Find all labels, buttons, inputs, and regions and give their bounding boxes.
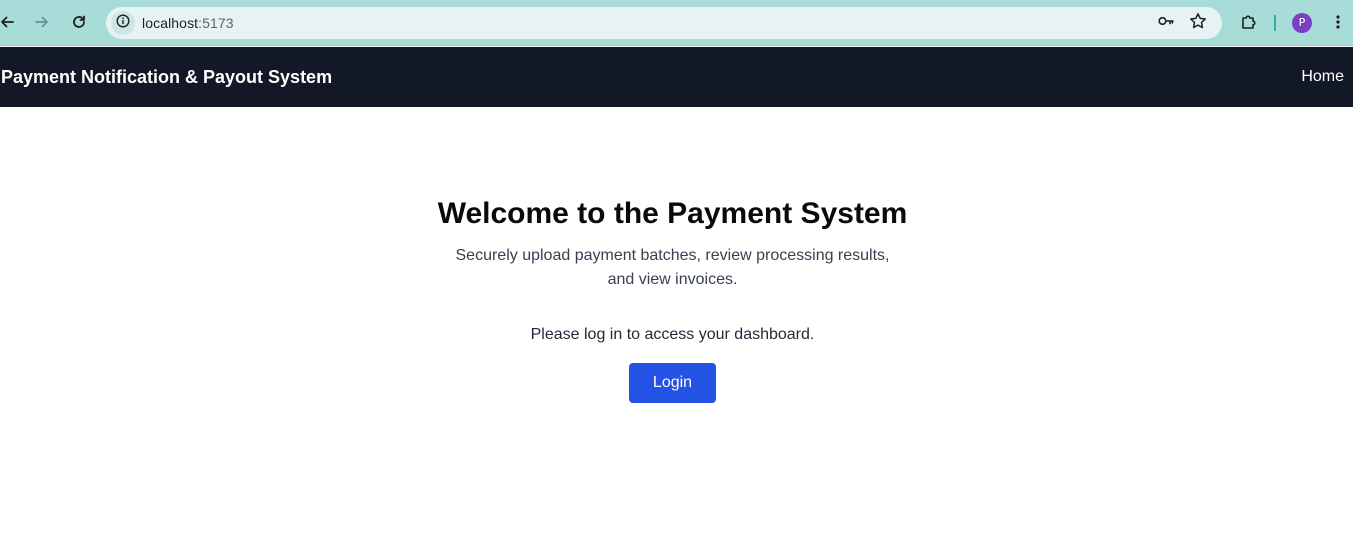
app-navbar: Payment Notification & Payout System Hom… (0, 47, 1353, 107)
profile-avatar[interactable]: P (1292, 13, 1312, 33)
browser-toolbar: localhost:5173 P (0, 0, 1353, 46)
nav-link-home[interactable]: Home (1301, 67, 1344, 87)
url-port: :5173 (198, 15, 234, 31)
browser-menu-button[interactable] (1325, 9, 1351, 35)
star-icon (1189, 12, 1207, 35)
reload-button[interactable] (66, 9, 92, 35)
login-prompt: Please log in to access your dashboard. (530, 326, 815, 343)
address-bar[interactable]: localhost:5173 (106, 7, 1222, 39)
info-icon (116, 13, 130, 33)
main-content: Welcome to the Payment System Securely u… (0, 107, 1353, 537)
key-icon (1157, 12, 1175, 35)
extensions-button[interactable] (1236, 9, 1262, 35)
back-button[interactable] (0, 9, 20, 35)
page-subtitle: Securely upload payment batches, review … (455, 247, 890, 288)
puzzle-icon (1240, 13, 1258, 31)
page-title: Welcome to the Payment System (437, 197, 908, 230)
forward-button[interactable] (29, 9, 55, 35)
app-brand: Payment Notification & Payout System (1, 67, 333, 87)
login-button[interactable]: Login (629, 363, 716, 403)
reload-icon (71, 14, 87, 30)
kebab-menu-icon (1330, 14, 1346, 30)
site-info-button[interactable] (111, 11, 135, 35)
arrow-right-icon (34, 14, 50, 30)
arrow-left-icon (0, 14, 15, 30)
toolbar-divider (1274, 15, 1276, 31)
url-host: localhost (142, 15, 199, 31)
password-manager-button[interactable] (1154, 11, 1178, 35)
bookmark-button[interactable] (1186, 11, 1210, 35)
url-text[interactable]: localhost:5173 (142, 15, 234, 31)
